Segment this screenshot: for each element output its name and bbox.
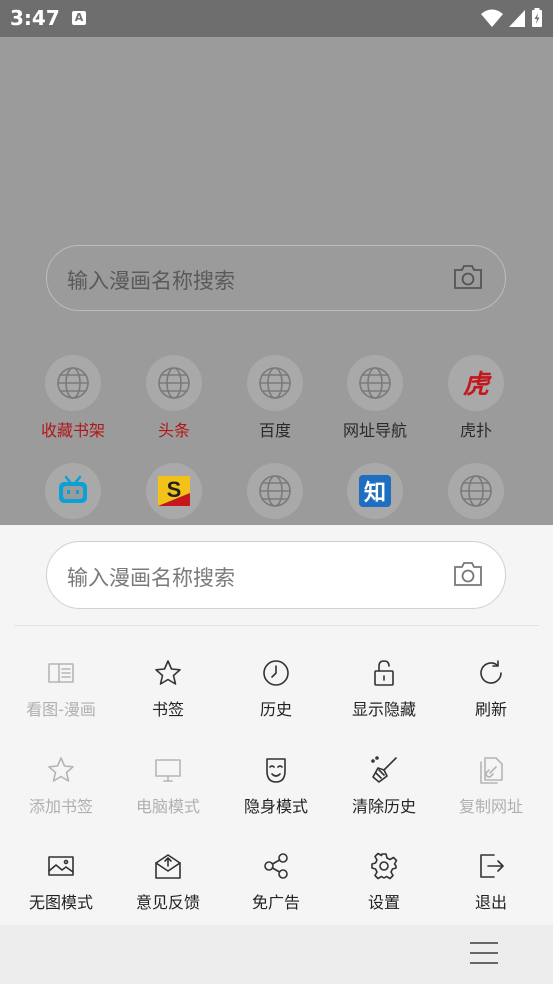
menu-item-label: 退出: [474, 893, 507, 912]
globe-icon: [247, 355, 303, 411]
zhihu-icon: 知: [347, 463, 403, 519]
share-icon: [261, 851, 291, 881]
svg-text:虎: 虎: [463, 370, 493, 400]
star-icon: [153, 658, 183, 688]
image-icon: [46, 851, 76, 881]
menu-item-10[interactable]: 无图模式: [11, 851, 111, 913]
wifi-icon: [480, 9, 503, 27]
menu-item-12[interactable]: 免广告: [226, 851, 326, 913]
menu-item-label: 意见反馈: [135, 893, 200, 912]
shortcut-9: [428, 463, 524, 519]
menu-item-label: 清除历史: [351, 797, 416, 816]
hupu-icon: 虎: [448, 355, 504, 411]
exit-icon: [476, 851, 506, 881]
monitor-icon: [153, 755, 183, 785]
menu-item-label: 设置: [367, 893, 400, 912]
menu-item-5[interactable]: 添加书签: [11, 755, 111, 817]
globe-icon: [347, 355, 403, 411]
feedback-mail-icon: [153, 851, 183, 881]
menu-item-8[interactable]: 清除历史: [334, 755, 434, 817]
globe-icon: [45, 355, 101, 411]
bottom-bar: [0, 925, 553, 984]
globe-icon: [247, 463, 303, 519]
signal-icon: [508, 10, 525, 27]
menu-hamburger-icon[interactable]: [470, 942, 498, 966]
background-search-bar: 输入漫画名称搜索: [46, 245, 506, 311]
menu-item-label: 隐身模式: [243, 797, 308, 816]
menu-item-label: 添加书签: [28, 797, 93, 816]
refresh-icon: [476, 658, 506, 688]
shortcut-0: 收藏书架: [25, 355, 121, 441]
shortcut-4: 虎虎扑: [428, 355, 524, 441]
menu-item-7[interactable]: 隐身模式: [226, 755, 326, 817]
camera-icon: [454, 265, 482, 289]
battery-icon: [532, 8, 542, 27]
menu-item-label: 历史: [259, 700, 292, 719]
mask-icon: [261, 755, 291, 785]
menu-item-1[interactable]: 书签: [118, 658, 218, 720]
menu-item-6[interactable]: 电脑模式: [118, 755, 218, 817]
broom-icon: [369, 755, 399, 785]
menu-item-label: 复制网址: [458, 797, 523, 816]
shortcut-label: 虎扑: [459, 421, 492, 440]
menu-item-label: 显示隐藏: [351, 700, 416, 719]
notification-app-icon: A: [72, 11, 86, 25]
search-input[interactable]: 输入漫画名称搜索: [46, 541, 506, 609]
bilibili-icon: [45, 463, 101, 519]
menu-item-label: 刷新: [474, 700, 507, 719]
star-outline-icon: [46, 755, 76, 785]
menu-item-label: 无图模式: [28, 893, 93, 912]
menu-item-label: 看图-漫画: [26, 700, 96, 719]
svg-text:S: S: [167, 477, 182, 502]
menu-item-11[interactable]: 意见反馈: [118, 851, 218, 913]
sohu-icon: S: [146, 463, 202, 519]
status-bar: 3:47 A: [0, 0, 553, 37]
background-home-page: 输入漫画名称搜索 收藏书架 头条 百度 网址导航 虎虎扑 S 知: [0, 37, 553, 525]
shortcut-2: 百度: [227, 355, 323, 441]
menu-item-2[interactable]: 历史: [226, 658, 326, 720]
copy-link-icon: [476, 755, 506, 785]
globe-icon: [146, 355, 202, 411]
globe-icon: [448, 463, 504, 519]
menu-item-14[interactable]: 退出: [441, 851, 541, 913]
clock-icon: [261, 658, 291, 688]
shortcut-label: 收藏书架: [40, 421, 105, 440]
menu-item-13[interactable]: 设置: [334, 851, 434, 913]
clock-time: 3:47: [10, 6, 60, 30]
menu-item-3[interactable]: 显示隐藏: [334, 658, 434, 720]
shortcut-7: [227, 463, 323, 519]
menu-item-label: 电脑模式: [135, 797, 200, 816]
shortcut-1: 头条: [126, 355, 222, 441]
shortcut-5: [25, 463, 121, 519]
camera-icon[interactable]: [453, 561, 483, 587]
shortcut-label: 百度: [258, 421, 291, 440]
menu-bottom-sheet: 输入漫画名称搜索 看图-漫画 书签 历史 显示隐藏 刷新添加书签 电脑模式 隐身模式 清除历史…: [0, 525, 553, 984]
menu-item-label: 书签: [151, 700, 184, 719]
search-placeholder: 输入漫画名称搜索: [67, 269, 235, 293]
shortcut-3: 网址导航: [327, 355, 423, 441]
gear-icon: [369, 851, 399, 881]
menu-item-9[interactable]: 复制网址: [441, 755, 541, 817]
unlock-icon: [369, 658, 399, 688]
svg-text:知: 知: [364, 480, 386, 506]
system-icons: [480, 8, 543, 28]
shortcut-8: 知: [327, 463, 423, 519]
search-placeholder: 输入漫画名称搜索: [67, 566, 235, 590]
shortcut-label: 头条: [157, 421, 190, 440]
shortcut-6: S: [126, 463, 222, 519]
menu-item-0[interactable]: 看图-漫画: [11, 658, 111, 720]
menu-item-label: 免广告: [251, 893, 300, 912]
book-icon: [46, 658, 76, 688]
divider: [14, 625, 539, 626]
menu-item-4[interactable]: 刷新: [441, 658, 541, 720]
shortcut-label: 网址导航: [342, 421, 407, 440]
